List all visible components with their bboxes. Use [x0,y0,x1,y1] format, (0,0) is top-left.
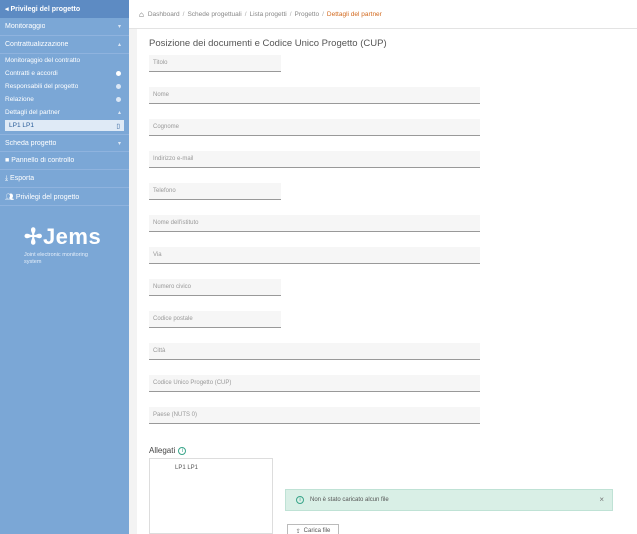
cup-code-field[interactable]: Codice Unico Progetto (CUP) [149,375,480,392]
status-dot-icon [116,97,121,102]
sidebar-item-partner-details[interactable]: Dettagli del partner ▴ [0,106,129,119]
sidebar-item-contracts-agreements[interactable]: Contratti e accordi [0,67,129,80]
street-field[interactable]: Via [149,247,480,264]
jems-logo: ✢Jems Joint electronic monitoring system [24,224,102,266]
sidebar-item-export[interactable]: ⤓ Esporta [0,170,129,188]
sidebar-item-project-managers[interactable]: Responsabili del progetto [0,80,129,93]
house-number-field[interactable]: Numero civico [149,279,281,296]
partner-details-card: Posizione dei documenti e Codice Unico P… [137,29,637,444]
sidebar-item-contracting[interactable]: Contrattualizzazione ▴ [0,36,129,54]
breadcrumb-item[interactable]: Schede progettuali [187,11,241,18]
attachments-card: Allegati i LP1 LP1 i Non è stato caricat… [137,432,637,534]
sidebar-item-project-sheet[interactable]: Scheda progetto ▾ [0,134,129,152]
postal-code-field[interactable]: Codice postale [149,311,281,328]
chevron-up-icon: ▴ [117,110,121,116]
upload-icon: ⇪ [295,528,301,534]
sidebar-item-active-partner[interactable]: LP1 LP1 ▯ [5,120,124,131]
institution-field[interactable]: Nome dell'istituto [149,215,480,232]
home-icon[interactable]: ⌂ [139,10,144,19]
breadcrumb-current: Dettagli del partner [326,10,382,18]
status-dot-icon [116,84,121,89]
breadcrumb: ⌂ Dashboard / Schede progettuali / Lista… [129,0,637,29]
sidebar-item-monitoring[interactable]: Monitoraggio ▾ [0,18,129,36]
email-field[interactable]: Indirizzo e-mail [149,151,480,168]
close-icon[interactable]: × [599,495,604,504]
info-alert: i Non è stato caricato alcun file × [285,489,613,511]
status-dot-icon [116,71,121,76]
chevron-down-icon: ▾ [117,24,121,30]
upload-button[interactable]: ⇪ Carica file [287,524,339,534]
sidebar: ◂ Privilegi del progetto Monitoraggio ▾ … [0,0,129,534]
phone-field[interactable]: Telefono [149,183,281,200]
info-icon: i [296,496,304,504]
sidebar-top-link[interactable]: ◂ Privilegi del progetto [0,0,129,18]
chevron-up-icon: ▴ [117,42,121,48]
attachments-tree[interactable]: LP1 LP1 [149,458,273,534]
attachments-title: Allegati i [149,446,187,455]
first-name-field[interactable]: Nome [149,87,480,104]
jems-logo-icon: ✢ [24,224,43,249]
breadcrumb-item[interactable]: Lista progetti [250,11,287,18]
title-field[interactable]: Titolo [149,55,281,72]
last-name-field[interactable]: Cognome [149,119,480,136]
breadcrumb-item[interactable]: Progetto [295,11,320,18]
sidebar-item-project-privileges[interactable]: 👥︎ Privilegi del progetto [0,188,129,206]
tree-item[interactable]: LP1 LP1 [175,465,198,471]
sidebar-item-reporting[interactable]: Relazione [0,93,129,106]
info-icon[interactable]: i [178,446,187,455]
sidebar-item-control-panel[interactable]: ■ Pannello di controllo [0,152,129,170]
breadcrumb-item[interactable]: Dashboard [148,11,180,18]
document-icon: ▯ [116,122,120,130]
sidebar-item-contract-monitoring[interactable]: Monitoraggio del contratto [0,54,129,67]
page-title: Posizione dei documenti e Codice Unico P… [149,38,387,49]
country-field[interactable]: Paese (NUTS 0) [149,407,480,424]
city-field[interactable]: Città [149,343,480,360]
users-icon: 👥︎ [5,193,16,201]
chevron-down-icon: ▾ [117,140,121,147]
